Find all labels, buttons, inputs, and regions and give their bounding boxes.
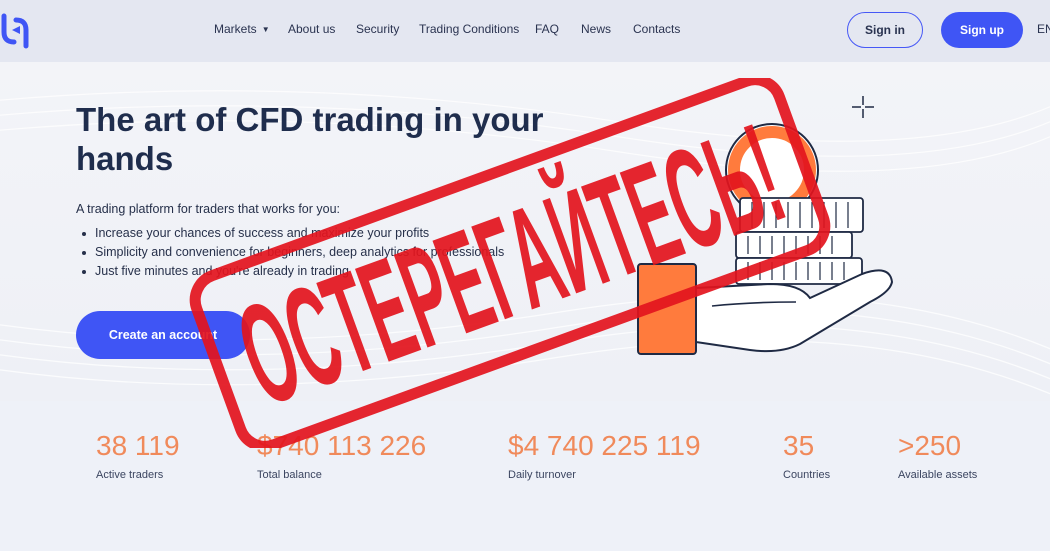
hand-coins-illustration xyxy=(637,96,894,355)
coin-stack-icon xyxy=(735,197,864,285)
nav-item-about-us[interactable]: About us xyxy=(288,22,335,36)
nav-item-contacts[interactable]: Contacts xyxy=(633,22,680,36)
stat-value: $4 740 225 119 xyxy=(508,430,701,461)
nav-item-markets[interactable]: Markets ▼ xyxy=(214,22,270,36)
feature-list: Increase your chances of success and max… xyxy=(76,224,504,281)
stat-label: Countries xyxy=(783,469,831,481)
stat-value: 38 119 xyxy=(96,430,180,461)
stat-label: Daily turnover xyxy=(508,469,576,481)
stat-active-traders: 38 119 Active traders xyxy=(96,429,180,481)
list-item: Increase your chances of success and max… xyxy=(76,224,504,243)
create-account-button[interactable]: Create an account xyxy=(76,311,250,359)
hero-section: The art of CFD trading in your hands A t… xyxy=(0,62,1050,401)
stat-available-assets: >250 Available assets xyxy=(898,429,977,481)
nav-item-faq[interactable]: FAQ xyxy=(535,22,559,36)
stat-daily-turnover: $4 740 225 119 Daily turnover xyxy=(508,429,701,481)
stat-total-balance: $740 113 226 Total balance xyxy=(257,429,426,481)
nav-item-label: Markets xyxy=(214,22,257,36)
hero-title: The art of CFD trading in your hands xyxy=(76,101,544,177)
sign-up-button[interactable]: Sign up xyxy=(941,12,1023,48)
language-selector[interactable]: EN xyxy=(1037,22,1050,36)
stat-value: >250 xyxy=(898,430,962,461)
sparkle-icon xyxy=(852,96,874,118)
brand-logo-icon[interactable] xyxy=(0,12,30,50)
list-item: Just five minutes and you're already in … xyxy=(76,262,504,281)
stat-label: Available assets xyxy=(898,469,978,481)
stat-label: Active traders xyxy=(96,469,164,481)
list-item: Simplicity and convenience for beginners… xyxy=(76,243,504,262)
stats-bar: 38 119 Active traders $740 113 226 Total… xyxy=(0,401,1050,551)
top-navbar: Markets ▼ About us Security Trading Condi… xyxy=(0,0,1050,62)
chevron-down-icon: ▼ xyxy=(261,25,270,34)
nav-item-security[interactable]: Security xyxy=(356,22,399,36)
nav-item-trading-conditions[interactable]: Trading Conditions xyxy=(419,22,519,36)
nav-item-news[interactable]: News xyxy=(581,22,611,36)
stat-countries: 35 Countries xyxy=(783,429,830,481)
stat-label: Total balance xyxy=(257,469,322,481)
sign-in-button[interactable]: Sign in xyxy=(847,12,923,48)
hero-subtitle: A trading platform for traders that work… xyxy=(76,202,341,216)
stat-value: $740 113 226 xyxy=(257,430,427,461)
stat-value: 35 xyxy=(783,430,815,461)
